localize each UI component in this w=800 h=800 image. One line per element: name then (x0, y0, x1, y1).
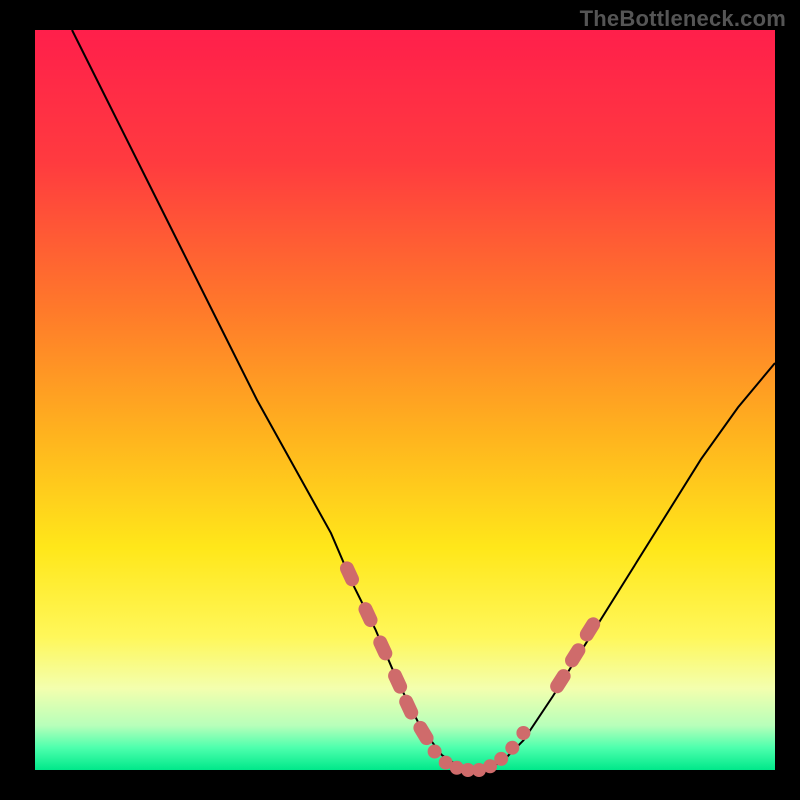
curve-marker-dot (494, 752, 508, 766)
chart-frame: TheBottleneck.com (0, 0, 800, 800)
watermark-text: TheBottleneck.com (580, 6, 786, 32)
curve-marker-dot (516, 726, 530, 740)
bottleneck-chart (0, 0, 800, 800)
chart-background (35, 30, 775, 770)
curve-marker-dot (505, 741, 519, 755)
curve-marker-dot (428, 745, 442, 759)
